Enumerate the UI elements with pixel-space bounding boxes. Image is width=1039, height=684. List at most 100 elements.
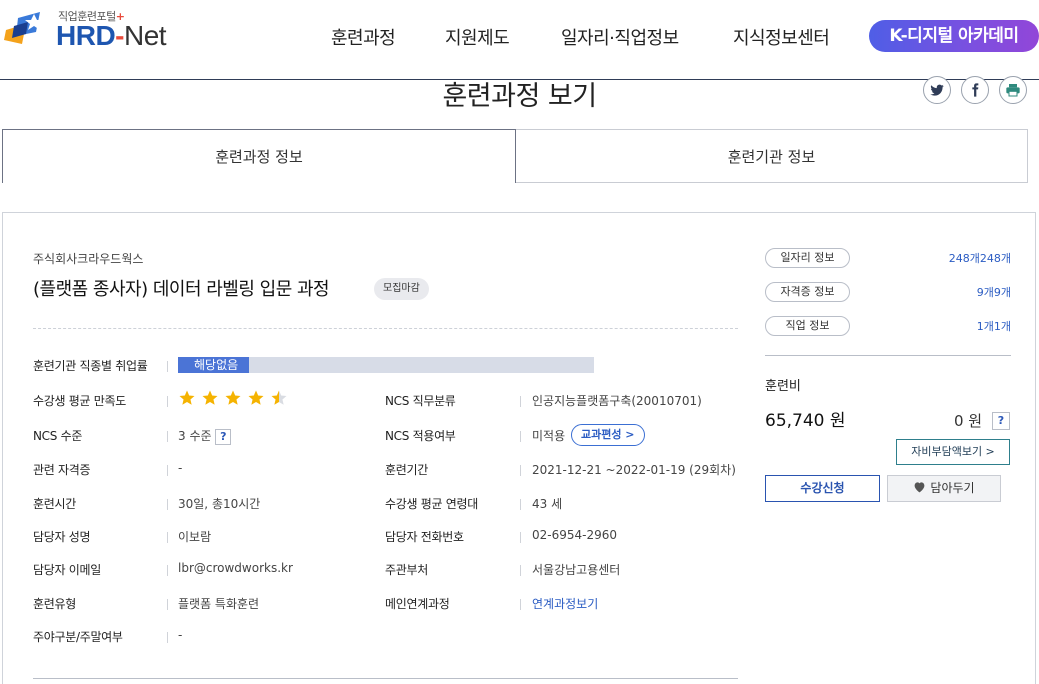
apply-button[interactable]: 수강신청 <box>765 475 880 502</box>
wishlist-label: 담아두기 <box>930 481 975 495</box>
separator <box>520 396 521 407</box>
k-digital-academy-button[interactable]: K-디지털 아카데미 <box>869 20 1039 52</box>
nav-job-info[interactable]: 일자리·직업정보 <box>561 24 679 50</box>
ncs-apply-value: 미적용 <box>532 429 566 443</box>
certificate-row: 관련 자격증 - <box>33 461 363 481</box>
ncs-job-value: 인공지능플랫폼구축(20010701) <box>532 394 702 408</box>
satisfaction-label: 수강생 평균 만족도 <box>33 394 126 408</box>
email-label: 담당자 이메일 <box>33 563 101 577</box>
ncs-level-text: 3 수준 <box>178 429 212 443</box>
self-pay-amount: 0 원 <box>954 412 983 430</box>
cert-info-button[interactable]: 자격증 정보 <box>765 282 850 302</box>
day-night-value: - <box>178 628 183 642</box>
training-period-value: 2021-12-21 ~2022-01-19 (29회차) <box>532 463 736 477</box>
separator <box>167 361 168 372</box>
email-value: lbr@crowdworks.kr <box>178 561 293 575</box>
separator <box>520 599 521 610</box>
department-row: 주관부처 서울강남고용센터 <box>385 561 735 581</box>
separator <box>167 396 168 407</box>
certificate-value: - <box>178 461 183 475</box>
separator <box>167 599 168 610</box>
occupation-info-button[interactable]: 직업 정보 <box>765 316 850 336</box>
ncs-apply-label: NCS 적용여부 <box>385 429 456 443</box>
separator <box>520 532 521 543</box>
self-pay-view-button[interactable]: 자비부담액보기 > <box>896 439 1010 465</box>
star-icon <box>179 390 195 405</box>
satisfaction-stars <box>178 389 288 409</box>
course-detail-panel: 주식회사크라우드웍스 (플랫폼 종사자) 데이터 라벨링 입문 과정 모집마감 … <box>2 212 1036 684</box>
occupation-info-count[interactable]: 1개1개 <box>977 318 1011 334</box>
training-hours-value: 30일, 총10시간 <box>178 497 261 511</box>
separator <box>167 499 168 510</box>
site-header: 직업훈련포털+ HRD-Net 훈련과정 지원제도 일자리·직업정보 지식정보센… <box>0 0 1039 80</box>
wishlist-button[interactable]: 담아두기 <box>887 475 1001 502</box>
day-night-label: 주야구분/주말여부 <box>33 630 123 644</box>
cert-info-count[interactable]: 9개9개 <box>977 284 1011 300</box>
fee-help-icon[interactable]: ? <box>992 410 1010 430</box>
ncs-level-row: NCS 수준 3 수준 ? <box>33 427 363 447</box>
facebook-share-button[interactable] <box>961 76 989 104</box>
average-age-label: 수강생 평균 연령대 <box>385 497 478 511</box>
certificate-label: 관련 자격증 <box>33 463 91 477</box>
facebook-icon <box>972 83 979 97</box>
separator <box>520 465 521 476</box>
phone-label: 담당자 전화번호 <box>385 530 464 544</box>
heart-icon <box>915 482 925 493</box>
divider <box>765 355 1011 356</box>
training-fee-label: 훈련비 <box>765 379 801 394</box>
ncs-apply-row: NCS 적용여부 미적용 <box>385 427 565 447</box>
linked-course-label: 메인연계과정 <box>385 597 450 611</box>
print-button[interactable] <box>999 76 1027 104</box>
manager-value: 이보람 <box>178 530 212 544</box>
linked-course-link[interactable]: 연계과정보기 <box>532 595 598 612</box>
course-title: (플랫폼 종사자) 데이터 라벨링 입문 과정 <box>33 279 330 300</box>
training-type-value: 플랫폼 특화훈련 <box>178 597 260 611</box>
side-occupation-info-row: 직업 정보 1개1개 <box>765 316 1011 336</box>
day-night-row: 주야구분/주말여부 - <box>33 628 363 648</box>
tab-course-info[interactable]: 훈련과정 정보 <box>2 129 516 183</box>
training-period-label: 훈련기간 <box>385 463 428 477</box>
nav-knowledge-center[interactable]: 지식정보센터 <box>733 24 830 50</box>
average-age-row: 수강생 평균 연령대 43 세 <box>385 495 735 515</box>
manager-label: 담당자 성명 <box>33 530 91 544</box>
linked-course-row: 메인연계과정 연계과정보기 <box>385 595 735 615</box>
training-period-row: 훈련기간 2021-12-21 ~2022-01-19 (29회차) <box>385 461 736 481</box>
divider <box>33 678 738 679</box>
star-icon <box>202 390 218 405</box>
manager-row: 담당자 성명 이보람 <box>33 528 363 548</box>
separator <box>167 532 168 543</box>
star-icon <box>271 390 287 405</box>
separator <box>520 565 521 576</box>
training-type-row: 훈련유형 플랫폼 특화훈련 <box>33 595 363 615</box>
separator <box>520 499 521 510</box>
job-info-count[interactable]: 248개248개 <box>949 250 1011 266</box>
separator <box>520 431 521 442</box>
tab-institution-info[interactable]: 훈련기관 정보 <box>516 129 1028 183</box>
ncs-level-value: 3 수준 ? <box>178 427 232 445</box>
separator <box>167 465 168 476</box>
twitter-icon <box>930 84 944 96</box>
page-title: 훈련과정 보기 <box>442 81 597 110</box>
training-org-name: 주식회사크라우드웍스 <box>33 252 144 266</box>
employment-rate-value: 해당없음 <box>194 358 239 372</box>
twitter-share-button[interactable] <box>923 76 951 104</box>
phone-value: 02-6954-2960 <box>532 528 618 542</box>
job-info-button[interactable]: 일자리 정보 <box>765 248 850 268</box>
ncs-job-label: NCS 직무분류 <box>385 394 456 408</box>
star-icon <box>248 390 264 405</box>
phone-row: 담당자 전화번호 02-6954-2960 <box>385 528 735 548</box>
email-row: 담당자 이메일 lbr@crowdworks.kr <box>33 561 363 581</box>
content-tabs: 훈련과정 정보 훈련기관 정보 <box>2 129 1028 183</box>
separator <box>167 565 168 576</box>
help-mark: ? <box>992 411 1010 430</box>
ncs-level-help-icon[interactable]: ? <box>215 428 232 445</box>
department-value: 서울강남고용센터 <box>532 563 621 577</box>
curriculum-button[interactable]: 교과편성 > <box>571 424 645 446</box>
nav-support-system[interactable]: 지원제도 <box>445 24 510 50</box>
side-job-info-row: 일자리 정보 248개248개 <box>765 248 1011 268</box>
main-navigation: 훈련과정 지원제도 일자리·직업정보 지식정보센터 K-디지털 아카데미 <box>0 20 1039 54</box>
ncs-level-label: NCS 수준 <box>33 429 83 443</box>
status-badge: 모집마감 <box>374 278 429 300</box>
training-hours-label: 훈련시간 <box>33 497 76 511</box>
nav-training-courses[interactable]: 훈련과정 <box>331 24 396 50</box>
